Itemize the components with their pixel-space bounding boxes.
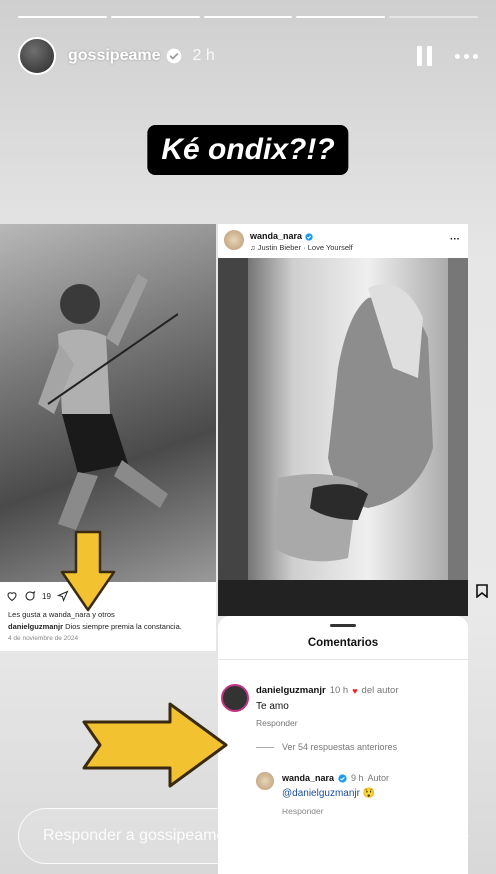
sheet-grab-handle[interactable] xyxy=(330,624,356,627)
comment-user[interactable]: wanda_nara xyxy=(282,773,334,783)
comment-icon[interactable] xyxy=(24,590,36,602)
progress-segment xyxy=(203,16,293,18)
comment-time: 9 h xyxy=(351,773,364,783)
divider xyxy=(256,746,274,748)
pause-icon[interactable] xyxy=(417,46,433,66)
progress-segment xyxy=(18,16,107,18)
avatar xyxy=(224,230,244,250)
progress-segment xyxy=(296,16,386,18)
author-tag: Autor xyxy=(367,773,390,783)
next-post-peek xyxy=(218,580,468,616)
post-date: 4 de noviembre de 2024 xyxy=(8,635,79,642)
caption-sticker: Ké ondix?!? xyxy=(147,125,349,175)
bookmark-icon xyxy=(476,584,488,598)
reply-bar xyxy=(18,808,368,864)
post-caption: danielguzmanjr Dios siempre premia la co… xyxy=(8,622,182,631)
comment-text: Te amo xyxy=(256,701,289,712)
more-options-icon: ··· xyxy=(450,234,460,245)
heart-icon: ♥ xyxy=(352,685,358,696)
right-post-header: wanda_nara ♫ Justin Bieber · Love Yourse… xyxy=(218,224,468,258)
comment-text: @danielguzmanjr 😲 xyxy=(282,788,376,799)
right-post-username: wanda_nara xyxy=(250,231,313,241)
author-tag: del autor xyxy=(361,685,399,696)
like-heart-icon[interactable] xyxy=(6,590,18,602)
reply-input[interactable] xyxy=(43,809,347,863)
window-silhouette xyxy=(218,258,468,580)
story-username[interactable]: gossipeame xyxy=(68,47,160,65)
verified-badge-icon xyxy=(338,773,347,783)
divider xyxy=(218,659,468,660)
more-options-icon[interactable] xyxy=(455,53,478,59)
reply-link[interactable]: Responder xyxy=(256,718,298,728)
right-post-screenshot: wanda_nara ♫ Justin Bieber · Love Yourse… xyxy=(218,224,468,580)
comment-count: 19 xyxy=(42,591,51,601)
story-header: gossipeame 2 h xyxy=(18,36,478,76)
arrow-right-icon xyxy=(82,702,228,788)
send-icon[interactable] xyxy=(440,821,470,851)
progress-segment xyxy=(110,16,200,18)
comment-user[interactable]: danielguzmanjr xyxy=(256,685,326,696)
arrow-down-icon xyxy=(60,530,116,612)
comment-header: wanda_nara 9 h Autor xyxy=(282,773,389,783)
comment-time: 10 h xyxy=(329,685,349,696)
gym-photo xyxy=(0,224,216,582)
progress-segment xyxy=(389,16,478,18)
avatar[interactable] xyxy=(18,37,56,75)
comment-header: danielguzmanjr 10 h ♥ del autor xyxy=(256,685,399,696)
verified-badge-icon xyxy=(167,48,182,64)
avatar[interactable] xyxy=(256,772,274,790)
story-frame: gossipeame 2 h Ké ondix?!? 19 Les gusta … xyxy=(0,0,496,874)
view-previous-label: Ver 54 respuestas anteriores xyxy=(282,742,398,752)
song-label: ♫ Justin Bieber · Love Yourself xyxy=(250,243,353,252)
verified-badge-icon xyxy=(304,232,313,241)
window-photo xyxy=(218,258,468,580)
like-heart-icon[interactable] xyxy=(388,822,418,850)
view-previous-replies[interactable]: Ver 54 respuestas anteriores xyxy=(256,742,397,752)
story-time: 2 h xyxy=(192,47,215,64)
caption-user: danielguzmanjr xyxy=(8,622,64,631)
caption-text: Dios siempre premia la constancia. xyxy=(65,622,182,631)
story-progress-bar xyxy=(18,16,478,18)
comments-title: Comentarios xyxy=(307,637,379,649)
athlete-silhouette xyxy=(38,274,178,530)
